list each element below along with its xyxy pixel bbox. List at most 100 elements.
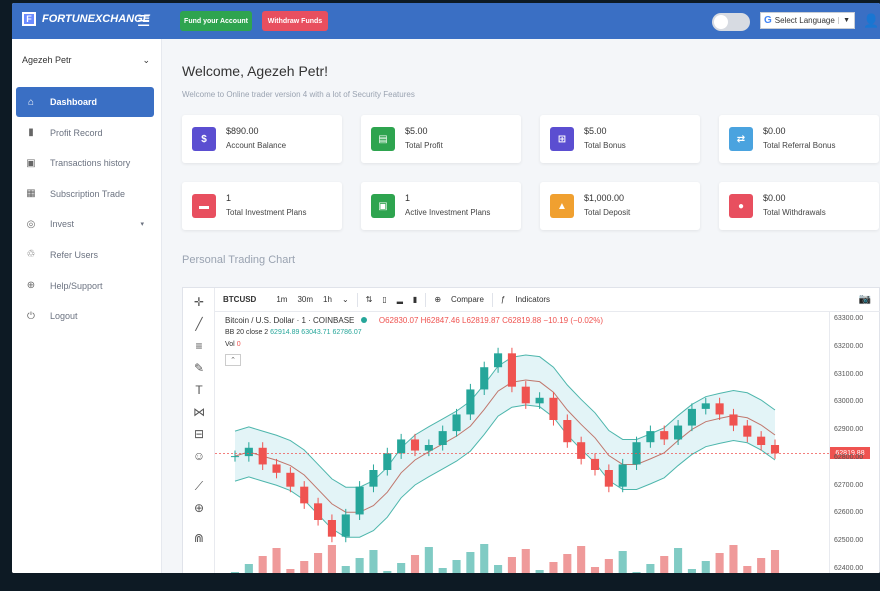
candle-body: [397, 439, 406, 454]
stat-card-active-investment-plans: ▣ 1 Active Investment Plans: [361, 182, 521, 230]
sidebar-item-help-support[interactable]: ⊕ Help/Support: [16, 271, 154, 301]
chart-title: Bitcoin / U.S. Dollar · 1 · COINBASE: [225, 316, 355, 325]
candle-body: [715, 403, 724, 415]
volume-bar: [770, 550, 780, 573]
interval-30m[interactable]: 30m: [295, 295, 315, 304]
compare-icon[interactable]: ⊕: [432, 295, 443, 304]
sidebar: Agezeh Petr ⌄ ⌂ Dashboard ▮ Profit Record ▣ T…: [12, 39, 162, 573]
volume-bar: [577, 546, 586, 573]
sidebar-item-transactions-history[interactable]: ▣ Transactions history: [16, 148, 154, 178]
area-icon[interactable]: ▂: [395, 295, 405, 304]
indicators-icon[interactable]: ƒ: [499, 295, 507, 304]
volume-bar: [341, 566, 350, 573]
toggle-knob: [714, 15, 728, 29]
y-tick-label: 63000.00: [834, 398, 864, 406]
candle-body: [327, 520, 336, 537]
stat-card-total-deposit: ▲ $1,000.00 Total Deposit: [540, 182, 700, 230]
emoji-icon[interactable]: ☺: [191, 448, 207, 464]
stat-card-icon: ●: [729, 194, 753, 218]
sidebar-item-logout[interactable]: ⏻ Logout: [16, 301, 154, 331]
candle-body: [729, 414, 738, 426]
trading-chart[interactable]: ✛ ╱ ≡ ✎ T ⋈ ⊟ ☺ ⟋ ⊕ ⋒ BTCUSD 1m 30m 1h ⌄…: [182, 287, 880, 573]
volume-bar: [258, 556, 267, 573]
crosshair-icon[interactable]: ✛: [191, 294, 207, 310]
withdraw-funds-button[interactable]: Withdraw Funds: [262, 11, 328, 31]
sidebar-user[interactable]: Agezeh Petr ⌄: [22, 55, 150, 66]
user-icon[interactable]: 👤: [863, 13, 879, 29]
ruler-icon[interactable]: ⟋: [191, 478, 207, 494]
chart-type-icon[interactable]: ▮: [411, 295, 419, 304]
brush-icon[interactable]: ✎: [191, 360, 207, 376]
user-name: Agezeh Petr: [22, 55, 72, 65]
zoom-icon[interactable]: ⊕: [191, 500, 207, 516]
volume-bar: [300, 561, 309, 573]
pattern-icon[interactable]: ⋈: [191, 404, 207, 420]
main-content: Welcome, Agezeh Petr! Welcome to Online …: [162, 39, 880, 573]
stat-label: Active Investment Plans: [405, 208, 491, 217]
fund-account-button[interactable]: Fund your Account: [180, 11, 252, 31]
sidebar-item-subscription-trade[interactable]: ▦ Subscription Trade: [16, 179, 154, 209]
compare-button[interactable]: Compare: [449, 295, 486, 304]
sidebar-item-dashboard[interactable]: ⌂ Dashboard: [16, 87, 154, 117]
collapse-legend-button[interactable]: ⌃: [225, 354, 241, 366]
candle-body: [577, 442, 586, 459]
price-axis: 62819.88 63300.00 63200.00 63100.00 63000.0…: [829, 312, 880, 573]
coins-icon: ◎: [26, 218, 36, 230]
bb-values: 62914.89 63043.71 62786.07: [270, 329, 362, 336]
volume-bar: [549, 562, 558, 573]
y-tick-label: 62900.00: [834, 426, 864, 434]
left-border: [0, 0, 12, 591]
language-select[interactable]: G Select Language ▼: [760, 12, 855, 29]
candle-body: [424, 445, 433, 451]
candle-body: [410, 439, 420, 451]
text-tool-icon[interactable]: T: [191, 382, 207, 398]
magnet-icon[interactable]: ⋒: [191, 530, 207, 546]
volume-bar: [521, 549, 530, 573]
theme-toggle[interactable]: [712, 13, 750, 31]
candle-body: [660, 431, 669, 440]
stat-card-icon: ▣: [371, 194, 395, 218]
bar-style-icon[interactable]: ⇅: [364, 295, 375, 304]
interval-1m[interactable]: 1m: [274, 295, 289, 304]
candle-body: [770, 445, 780, 454]
sidebar-item-invest[interactable]: ◎ Invest ▾: [16, 209, 154, 239]
candle-body: [674, 425, 683, 440]
stat-label: Total Bonus: [584, 141, 626, 150]
measure-icon[interactable]: ⊟: [191, 426, 207, 442]
y-tick-label: 62500.00: [834, 537, 864, 545]
logo[interactable]: F FORTUNEXCHANGE: [22, 12, 150, 26]
candle-body: [646, 431, 655, 443]
stat-value: $5.00: [584, 126, 607, 136]
stat-label: Account Balance: [226, 141, 287, 150]
chevron-down-icon[interactable]: ⌄: [340, 295, 351, 304]
symbol-label[interactable]: BTCUSD: [223, 295, 256, 304]
volume-bar: [701, 561, 710, 573]
trendline-icon[interactable]: ╱: [191, 316, 207, 332]
candle-body: [687, 408, 696, 426]
candle-body: [757, 436, 766, 445]
logo-icon: F: [22, 12, 36, 26]
volume-bar: [466, 552, 475, 573]
interval-1h[interactable]: 1h: [321, 295, 334, 304]
camera-icon[interactable]: 📷: [859, 294, 871, 305]
volume-bar: [424, 547, 433, 573]
stat-label: Total Deposit: [584, 208, 631, 217]
stat-value: $5.00: [405, 126, 428, 136]
menu-icon[interactable]: ☰: [137, 12, 150, 30]
candle-body: [286, 472, 295, 487]
sidebar-item-refer-users[interactable]: ♲ Refer Users: [16, 240, 154, 270]
ohlc-values: O62830.07 H62847.46 L62819.87 C62819.88 …: [378, 316, 604, 325]
candle-body: [300, 486, 309, 504]
candle-body: [494, 353, 503, 368]
y-tick-label: 62800.00: [834, 453, 864, 461]
candles-icon[interactable]: ▯: [380, 295, 388, 304]
candle-body: [480, 367, 489, 390]
indicators-button[interactable]: Indicators: [513, 295, 552, 304]
fib-icon[interactable]: ≡: [191, 338, 207, 354]
stat-label: Total Profit: [405, 141, 443, 150]
candle-body: [521, 386, 530, 404]
stat-card-icon: ⇄: [729, 127, 753, 151]
top-bar: F FORTUNEXCHANGE ☰ Fund your Account Wit…: [12, 3, 880, 39]
stat-card-icon: ⊞: [550, 127, 574, 151]
sidebar-item-profit-record[interactable]: ▮ Profit Record: [16, 118, 154, 148]
